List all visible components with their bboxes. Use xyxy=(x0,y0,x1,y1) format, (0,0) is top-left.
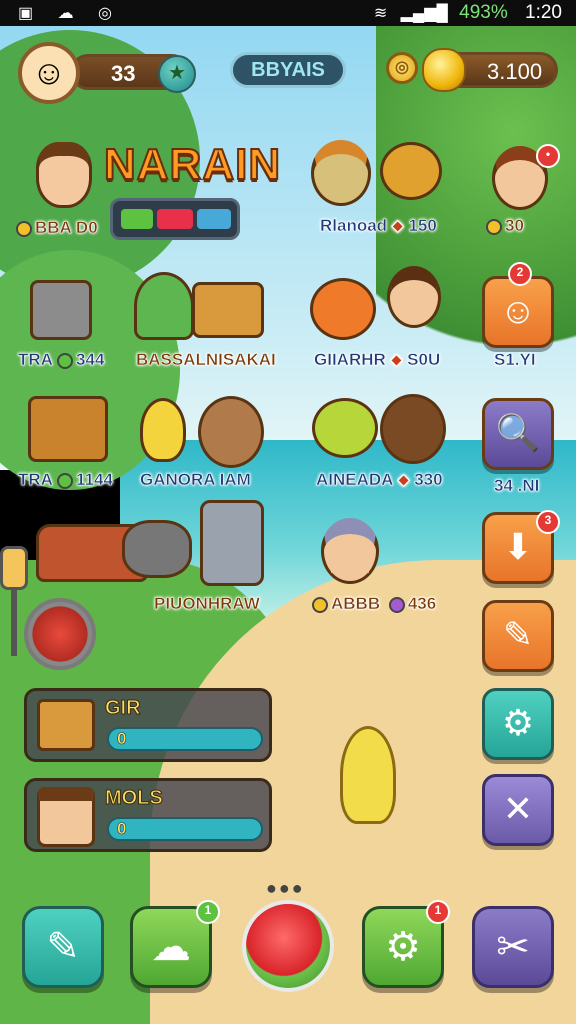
wrench-item[interactable] xyxy=(200,500,264,586)
helmet-item[interactable] xyxy=(380,142,442,200)
mols-bar: 0 xyxy=(107,817,263,841)
energy-green xyxy=(121,209,153,229)
hero-score: BBA D0 xyxy=(16,218,98,238)
tra-1144-label: TRA 1144 xyxy=(18,470,113,490)
gold-nugget-icon xyxy=(422,48,466,92)
coin-small-icon xyxy=(16,220,32,237)
search-button[interactable]: 🔍 xyxy=(482,398,554,470)
rlanoad-label: Rlanoad ⬥ 150 xyxy=(320,216,437,236)
bottom-paint-button[interactable]: ✎ xyxy=(22,906,104,988)
abbb-label: ABBB 436 xyxy=(312,594,436,614)
page-title: NARAIN xyxy=(103,139,282,190)
gem-icon xyxy=(388,596,405,613)
bottom2-badge: 1 xyxy=(196,900,220,924)
hero-character[interactable] xyxy=(32,142,96,208)
check-icon xyxy=(57,352,74,369)
piuonhraw-label: PIUONHRAW xyxy=(154,594,260,614)
chest-item[interactable] xyxy=(28,396,108,462)
player-panel-avatar xyxy=(37,787,95,847)
wheel-item[interactable] xyxy=(122,520,192,578)
world-globe-icon[interactable]: ★ xyxy=(158,55,196,93)
bottom-main-button[interactable] xyxy=(242,900,334,992)
status-right: ≋ ▂▄▆█ 493% 1:20 xyxy=(374,2,562,24)
map-compass-button[interactable] xyxy=(24,598,96,670)
wifi-icon: ≋ xyxy=(373,5,388,22)
coin-small-icon xyxy=(486,218,502,235)
character-monkey[interactable] xyxy=(378,394,448,464)
coin-icon[interactable]: ◎ xyxy=(386,52,418,84)
plant-item[interactable] xyxy=(134,272,194,340)
side-value-2: 34 .NI xyxy=(494,476,540,496)
character-rlanoad[interactable] xyxy=(306,140,376,206)
side3-badge: 3 xyxy=(536,510,560,534)
ghost-button[interactable]: ☺ xyxy=(482,276,554,348)
side1-badge: 2 xyxy=(508,262,532,286)
game-screen: ▣ ☁ ◎ ≋ ▂▄▆█ 493% 1:20 33 ☺ ★ BBYAIS ◎ 3… xyxy=(0,0,576,1024)
energy-bar xyxy=(110,198,240,240)
center-label: BBYAIS xyxy=(251,59,325,81)
signal-icon: ▂▄▆█ xyxy=(400,5,448,22)
clock-text: 1:20 xyxy=(525,2,562,23)
giiarhr-label: GIIARHR ⬥ S0U xyxy=(314,350,441,370)
gir-value: 0 xyxy=(117,729,127,749)
banana-item[interactable] xyxy=(140,398,186,462)
girl-score: 30 xyxy=(486,216,524,236)
player-avatar[interactable]: ☺ xyxy=(18,42,80,104)
mols-panel[interactable]: MOLS 0 xyxy=(24,778,272,852)
close-button[interactable]: ✕ xyxy=(482,774,554,846)
center-label-pill[interactable]: BBYAIS xyxy=(230,52,346,88)
player-level: 33 xyxy=(111,61,136,86)
check-icon xyxy=(57,472,74,489)
bottom-tools-button[interactable]: ✂ xyxy=(472,906,554,988)
side-value-1: S1.YI xyxy=(494,350,536,370)
aineada-label: AINEADA ⬥ 330 xyxy=(316,470,443,490)
gir-title: GIR xyxy=(105,697,142,720)
energy-blue xyxy=(197,209,231,229)
mols-title: MOLS xyxy=(105,787,164,810)
status-icons-left: ▣ ☁ ◎ xyxy=(18,5,122,22)
settings-button[interactable]: ⚙ xyxy=(482,688,554,760)
tra-344-label: TRA 344 xyxy=(18,350,105,370)
coin-small-icon xyxy=(312,596,328,613)
character-bear[interactable] xyxy=(196,396,266,468)
energy-red xyxy=(157,209,193,229)
chest-panel-icon xyxy=(37,699,95,751)
fruit-item[interactable] xyxy=(310,278,376,340)
page-dots[interactable]: ●●● xyxy=(266,878,305,899)
box-item[interactable] xyxy=(192,282,264,338)
weapon-item[interactable] xyxy=(30,280,92,340)
yellow-bird-character[interactable] xyxy=(340,726,396,824)
bassalni-label: BASSALNISAKAI xyxy=(136,350,276,370)
character-green-creature[interactable] xyxy=(310,398,380,458)
gir-bar: 0 xyxy=(107,727,263,751)
character-fruit-girl[interactable] xyxy=(384,266,444,328)
battery-text: 493% xyxy=(459,2,508,23)
notification-badge: • xyxy=(536,144,560,168)
ganora-label: GANORA IAM xyxy=(140,470,251,490)
edit-button[interactable]: ✎ xyxy=(482,600,554,672)
gir-panel[interactable]: GIR 0 xyxy=(24,688,272,762)
mols-value: 0 xyxy=(117,819,127,839)
bottom4-badge: 1 xyxy=(426,900,450,924)
gold-amount: 3.100 xyxy=(487,59,543,84)
status-bar: ▣ ☁ ◎ ≋ ▂▄▆█ 493% 1:20 xyxy=(0,0,576,26)
character-elder[interactable] xyxy=(318,518,382,584)
